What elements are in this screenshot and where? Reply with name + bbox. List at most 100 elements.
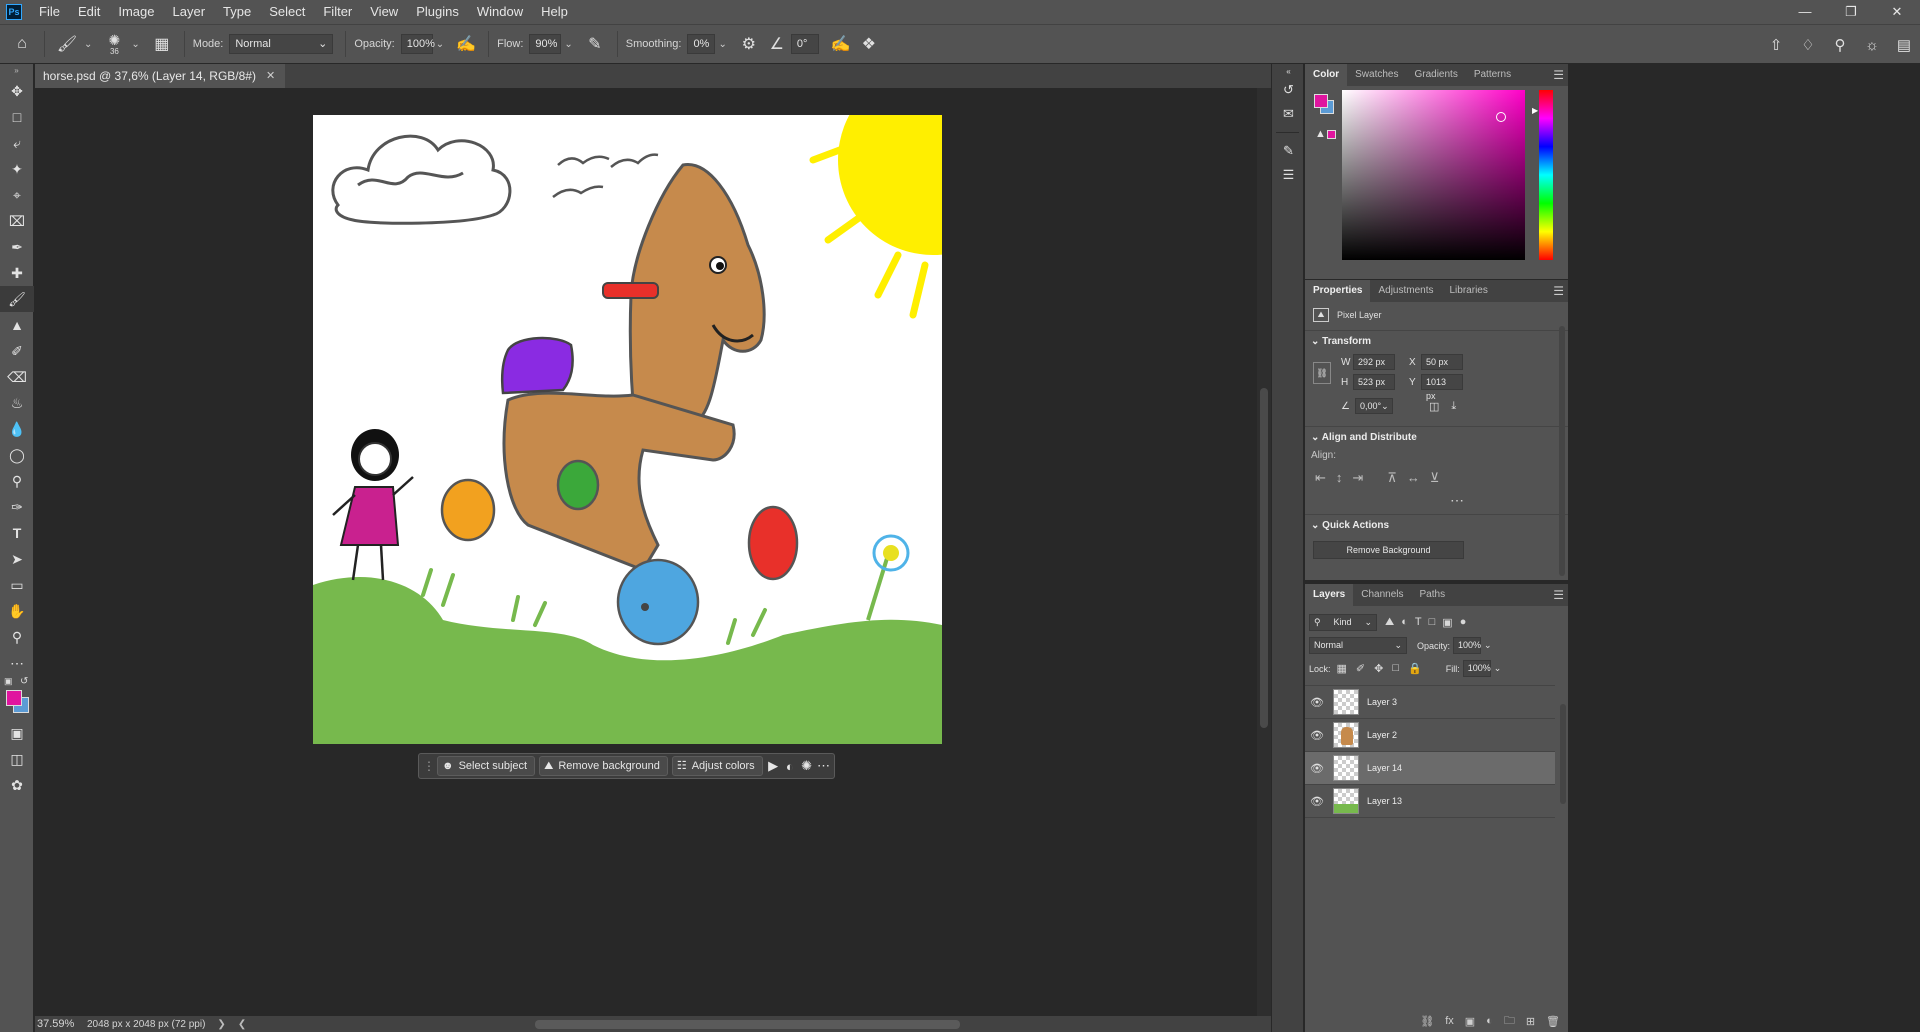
height-input[interactable]: 523 px — [1353, 374, 1395, 390]
lasso-tool-icon[interactable]: ⤶ — [0, 130, 34, 156]
align-bottom-icon[interactable]: ⊻ — [1430, 470, 1440, 486]
properties-scrollbar[interactable] — [1559, 326, 1565, 576]
filter-type-icon[interactable]: T — [1415, 616, 1422, 629]
hue-slider-arrow-icon[interactable]: ▶ — [1532, 106, 1538, 115]
delete-layer-icon[interactable]: 🗑 — [1546, 1015, 1560, 1028]
visibility-eye-icon[interactable]: 👁 — [1305, 729, 1329, 742]
filter-toggle-icon[interactable]: ● — [1460, 616, 1467, 629]
menu-plugins[interactable]: Plugins — [407, 0, 468, 24]
expand-arrows-icon[interactable]: « — [1272, 64, 1305, 78]
remove-background-button[interactable]: Remove Background — [1313, 541, 1464, 559]
vertical-scrollbar[interactable] — [1257, 88, 1271, 1016]
comments-icon[interactable]: ✉ — [1272, 102, 1305, 126]
remove-background-button[interactable]: ⛰ Remove background — [539, 756, 668, 776]
home-icon[interactable]: ⌂ — [8, 35, 36, 53]
chevron-down-icon[interactable]: ⌄ — [1494, 663, 1502, 674]
tab-adjustments[interactable]: Adjustments — [1370, 280, 1441, 302]
x-input[interactable]: 50 px — [1421, 354, 1463, 370]
align-left-icon[interactable]: ⇤ — [1315, 470, 1326, 486]
history-brush-tool-icon[interactable]: ✐ — [0, 338, 34, 364]
gear-icon[interactable]: ⚙ — [735, 34, 763, 54]
close-icon[interactable]: ✕ — [1874, 0, 1920, 24]
lock-position-icon[interactable]: ✥ — [1374, 662, 1383, 675]
rotation-input[interactable]: 0,00° ⌄ — [1355, 398, 1393, 414]
blur-tool-icon[interactable]: 💧 — [0, 416, 34, 442]
vertical-scroll-thumb[interactable] — [1260, 388, 1268, 728]
lock-all-icon[interactable]: 🔒 — [1408, 662, 1422, 675]
fill-input[interactable]: 100% — [1462, 660, 1491, 677]
new-layer-icon[interactable]: ⊞ — [1526, 1015, 1535, 1028]
tab-swatches[interactable]: Swatches — [1347, 64, 1406, 86]
transform-section-header[interactable]: ⌄ Transform — [1311, 336, 1371, 347]
blend-mode-select[interactable]: Normal ⌄ — [1309, 637, 1407, 654]
filter-smart-object-icon[interactable]: ▣ — [1442, 616, 1452, 629]
foreground-color-swatch[interactable] — [6, 690, 22, 706]
visibility-eye-icon[interactable]: 👁 — [1305, 795, 1329, 808]
menu-edit[interactable]: Edit — [69, 0, 109, 24]
filter-shape-icon[interactable]: □ — [1429, 616, 1436, 629]
path-selection-tool-icon[interactable]: ➤ — [0, 546, 34, 572]
chevron-left-icon[interactable]: ❮ — [238, 1019, 246, 1030]
layer-row-layer-2[interactable]: 👁 Layer 2 — [1305, 719, 1555, 752]
mask-icon[interactable]: ◐ — [783, 759, 796, 774]
tab-layers[interactable]: Layers — [1305, 584, 1354, 606]
paint-bucket-tool-icon[interactable]: ♨ — [0, 390, 34, 416]
more-options-icon[interactable]: ⋯ — [817, 758, 830, 774]
smoothing-input[interactable]: 0% — [687, 34, 716, 54]
tab-paths[interactable]: Paths — [1412, 584, 1454, 606]
close-icon[interactable]: ✕ — [266, 64, 275, 88]
align-top-icon[interactable]: ⊼ — [1387, 470, 1397, 486]
screen-mode-icon[interactable]: ◫ — [0, 746, 34, 772]
workspace-icon[interactable]: ▤ — [1888, 36, 1920, 54]
layer-row-layer-3[interactable]: 👁 Layer 3 — [1305, 686, 1555, 719]
tab-color[interactable]: Color — [1305, 64, 1348, 86]
collapse-arrows-icon[interactable]: » — [0, 64, 33, 78]
visibility-eye-icon[interactable]: 👁 — [1305, 696, 1329, 709]
adjustment-layer-icon[interactable]: ◐ — [1486, 1015, 1493, 1027]
horizontal-scroll-thumb[interactable] — [535, 1020, 960, 1029]
menu-layer[interactable]: Layer — [164, 0, 215, 24]
search-icon[interactable]: ⚲ — [1824, 36, 1856, 54]
foreground-color-swatch[interactable] — [1314, 94, 1328, 108]
move-tool-icon[interactable]: ✥ — [0, 78, 34, 104]
marquee-tool-icon[interactable]: □ — [0, 104, 34, 130]
frame-tool-icon[interactable]: ⌧ — [0, 208, 34, 234]
filter-adjustment-icon[interactable]: ◐ — [1401, 616, 1408, 629]
menu-help[interactable]: Help — [532, 0, 577, 24]
adjust-colors-button[interactable]: ☷ Adjust colors — [671, 756, 763, 776]
lock-artboard-icon[interactable]: □ — [1392, 662, 1399, 675]
menu-select[interactable]: Select — [260, 0, 314, 24]
link-layers-icon[interactable]: ⛓ — [1420, 1015, 1434, 1028]
chevron-down-icon[interactable]: ⌄ — [131, 39, 139, 50]
symmetry-icon[interactable]: ❖ — [855, 34, 883, 54]
align-right-icon[interactable]: ⇥ — [1352, 470, 1363, 486]
width-input[interactable]: 292 px — [1353, 354, 1395, 370]
add-mask-icon[interactable]: ▣ — [1465, 1015, 1475, 1028]
mode-select[interactable]: Normal ⌄ — [229, 34, 334, 54]
hand-tool-icon[interactable]: ✋ — [0, 598, 34, 624]
menu-type[interactable]: Type — [214, 0, 260, 24]
lock-image-icon[interactable]: ✐ — [1356, 662, 1365, 675]
lock-transparency-icon[interactable]: ▦ — [1337, 662, 1347, 675]
link-icon[interactable]: ⛓ — [1313, 362, 1331, 384]
menu-window[interactable]: Window — [468, 0, 532, 24]
clone-stamp-tool-icon[interactable]: ▲ — [0, 312, 34, 338]
magic-wand-tool-icon[interactable]: ✦ — [0, 156, 34, 182]
layer-style-icon[interactable]: fx — [1445, 1015, 1454, 1027]
generative-icon[interactable]: ✿ — [0, 772, 34, 798]
airbrush-icon[interactable]: ✎ — [581, 34, 609, 54]
angle-input[interactable]: 0° — [790, 34, 819, 54]
menu-filter[interactable]: Filter — [314, 0, 361, 24]
eyedropper-tool-icon[interactable]: ✒ — [0, 234, 34, 260]
swap-colors-icon[interactable]: ↺ — [20, 676, 28, 687]
eraser-tool-icon[interactable]: ⌫ — [0, 364, 34, 390]
more-tools-icon[interactable]: ⋯ — [0, 650, 34, 676]
align-middle-v-icon[interactable]: ↔ — [1407, 470, 1420, 486]
brush-size-picker[interactable]: ✺ 36 — [100, 26, 128, 62]
brush-tool-preset-icon[interactable]: 🖌 — [53, 34, 81, 54]
hue-slider[interactable] — [1539, 90, 1553, 260]
panel-menu-icon[interactable]: ☰ — [1553, 64, 1564, 86]
layer-opacity-input[interactable]: 100% — [1453, 637, 1481, 654]
chevron-down-icon[interactable]: ⌄ — [564, 39, 572, 50]
drag-handle-icon[interactable]: ⋮ — [423, 759, 435, 773]
